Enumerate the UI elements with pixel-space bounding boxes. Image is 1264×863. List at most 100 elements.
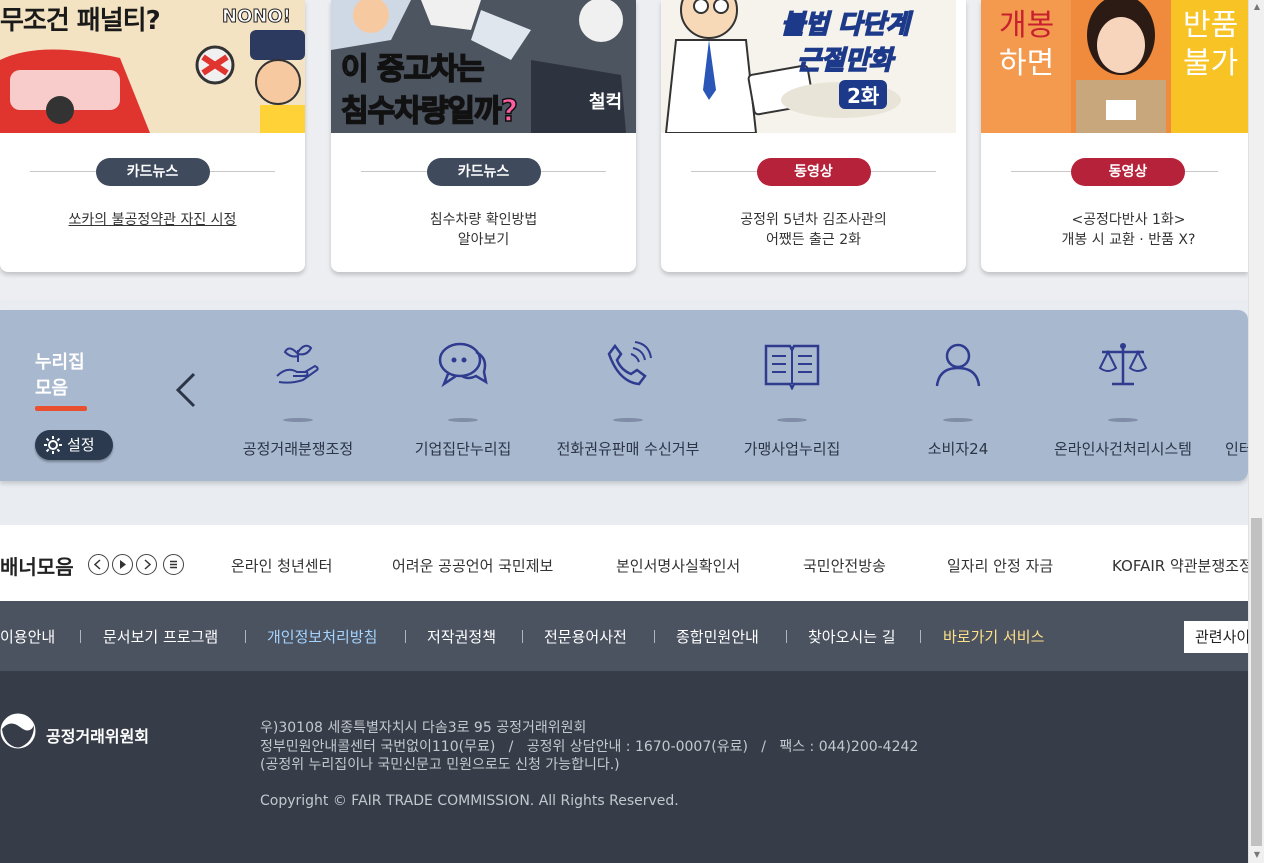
site-link-label: 기업집단누리집 [414,440,512,458]
media-card-section: 무조건 패널티? NONO! 카드뉴스 쏘카의 불공정약관 자진 시정 이 중고… [0,0,1248,300]
settings-button[interactable]: 설정 [35,430,113,460]
site-collection-panel: 누리집모음 설정 공정거래분쟁조정 기업집단누리집 전화권유판매 수신거부 가 [0,310,1248,481]
site-link-consumer24[interactable]: 소비자24 [878,340,1038,460]
icon-shadow [1108,418,1138,422]
footer-link-glossary[interactable]: 전문용어사전 [544,626,627,647]
thumb-text: 근절만화 [796,45,893,77]
card-title[interactable]: 쏘카의 불공정약관 자진 시정 [10,210,295,230]
banner-next-button[interactable] [136,554,157,575]
footer-link-directions[interactable]: 찾아오시는 길 [808,626,896,647]
site-link-franchise[interactable]: 가맹사업누리집 [712,340,872,460]
footer-link-privacy-policy[interactable]: 개인정보처리방침 [267,626,377,647]
chevron-left-icon [93,559,101,570]
banner-link[interactable]: 일자리 안정 자금 [947,555,1053,576]
card-title-line: <공정다반사 1화> [1071,212,1186,228]
card-title-line: 쏘카의 불공정약관 자진 시정 [68,212,237,228]
footer-link-shortcut-service[interactable]: 바로가기 서비스 [943,626,1044,647]
media-card[interactable]: 이 중고차는 침수차량일까? 철컥 카드뉴스 침수차량 확인방법 알아보기 [331,0,636,272]
site-link-enterprise-group[interactable]: 기업집단누리집 [383,340,543,460]
icon-shadow [283,418,313,422]
footer-link-civil-service[interactable]: 종합민원안내 [676,626,759,647]
ftc-emblem-icon [0,713,36,749]
list-icon [170,560,177,569]
card-thumbnail[interactable]: 무조건 패널티? NONO! [0,0,305,133]
hand-plant-icon [276,344,319,384]
settings-label: 설정 [67,436,95,454]
banner-link[interactable]: 온라인 청년센터 [231,555,332,576]
scroll-up-arrow-icon[interactable]: ▲ [1252,2,1262,12]
card-title-line: 어쨌든 출근 2화 [765,232,862,248]
scrollbar-thumb[interactable] [1251,518,1262,846]
banner-list-button[interactable] [163,554,184,575]
site-collection-title-line: 누리집 [35,352,85,373]
banner-link[interactable]: KOFAIR 약관분쟁조정 [1112,555,1253,576]
category-badge: 동영상 [1071,158,1185,186]
site-link-label: 인터 [1225,440,1248,458]
site-link-dispute-mediation[interactable]: 공정거래분쟁조정 [218,340,378,460]
chat-bubbles-icon [438,342,488,388]
divider [405,630,406,643]
card-title-line: 침수차량 확인방법 [429,212,538,228]
site-collection-title: 누리집모음 [35,350,115,402]
card-title-line: 개봉 시 교환 · 반품 X? [1061,232,1196,248]
site-link-label: 공정거래분쟁조정 [242,440,354,458]
banner-section: 배너모음 온라인 청년센터 어려운 공공언어 국민제보 본인서명사실확인서 국민… [0,525,1253,601]
divider [920,630,921,643]
ftc-logo[interactable]: 공정거래위원회 [0,713,160,753]
person-icon [935,343,981,387]
gear-icon [44,436,62,454]
site-link-label: 온라인사건처리시스템 [1053,440,1192,458]
site-link-online-case-system[interactable]: 온라인사건처리시스템 [1043,340,1203,460]
site-link-label: 소비자24 [927,440,989,458]
card-title[interactable]: <공정다반사 1화> 개봉 시 교환 · 반품 X? [981,210,1248,250]
footer-link-document-viewer[interactable]: 문서보기 프로그램 [103,626,218,647]
page: 무조건 패널티? NONO! 카드뉴스 쏘카의 불공정약관 자진 시정 이 중고… [0,0,1264,863]
footer-address: 우)30108 세종특별자치시 다솜3로 95 공정거래위원회 [260,720,587,736]
vertical-scrollbar[interactable]: ▲ ▼ [1248,0,1264,863]
footer-link-copyright-policy[interactable]: 저작권정책 [427,626,496,647]
banner-prev-button[interactable] [88,554,109,575]
card-title-line: 공정위 5년차 김조사관의 [740,212,887,228]
footer-note: (공정위 누리집이나 국민신문고 민원으로도 신청 가능합니다.) [260,757,620,773]
banner-link[interactable]: 어려운 공공언어 국민제보 [392,555,553,576]
site-collection-title-line: 모음 [35,378,69,399]
divider [245,630,246,643]
card-title[interactable]: 침수차량 확인방법 알아보기 [341,210,626,250]
card-thumbnail[interactable]: 이 중고차는 침수차량일까? 철컥 [331,0,636,133]
media-card[interactable]: 무조건 패널티? NONO! 카드뉴스 쏘카의 불공정약관 자진 시정 [0,0,305,272]
site-link-label: 가맹사업누리집 [743,440,841,458]
thumb-text: 하면 [999,46,1055,81]
scales-icon [1098,343,1148,386]
icon-shadow [448,418,478,422]
footer-link-usage-guide[interactable]: 이용안내 [0,626,55,647]
open-book-icon [764,344,820,390]
play-icon [120,560,126,569]
footer: 공정거래위원회 우)30108 세종특별자치시 다솜3로 95 공정거래위원회 … [0,671,1248,863]
site-link-telemarketing-optout[interactable]: 전화권유판매 수신거부 [548,340,708,460]
scroll-down-arrow-icon[interactable]: ▼ [1252,850,1262,860]
footer-nav: 이용안내 문서보기 프로그램 개인정보처리방침 저작권정책 전문용어사전 종합민… [0,601,1264,671]
card-title[interactable]: 공정위 5년차 김조사관의어쨌든 출근 2화 [671,210,956,250]
footer-address-block: 우)30108 세종특별자치시 다솜3로 95 공정거래위원회 정부민원안내콜센… [260,719,918,775]
divider [786,630,787,643]
category-badge: 카드뉴스 [426,158,541,186]
banner-link[interactable]: 국민안전방송 [803,555,886,576]
title-accent-bar [35,406,87,411]
site-link-label: 전화권유판매 수신거부 [556,440,700,458]
media-card[interactable]: 불법 다단계 근절만화 2화 동영상 공정위 5년차 김조사관의어쨌든 출근 2… [661,0,966,272]
thumb-text: 불법 다단계 [780,9,910,41]
category-badge: 동영상 [756,158,871,186]
thumb-text: 불가 [1183,46,1239,81]
banner-play-button[interactable] [112,554,133,575]
card-thumbnail[interactable]: 개봉 하면 반품 불가 [981,0,1248,133]
icon-shadow [777,418,807,422]
thumb-text: 철컥 [589,92,623,113]
thumb-text: NONO! [222,6,292,28]
card-thumbnail[interactable]: 불법 다단계 근절만화 2화 [661,0,966,133]
site-link-partial[interactable]: 인터 [1225,340,1248,460]
media-card[interactable]: 개봉 하면 반품 불가 동영상 <공정다반사 1화> 개봉 시 교환 · 반품 X… [981,0,1248,272]
banner-link[interactable]: 본인서명사실확인서 [616,555,740,576]
prev-arrow-icon[interactable] [170,370,200,410]
divider [522,630,523,643]
category-badge: 카드뉴스 [95,158,210,186]
